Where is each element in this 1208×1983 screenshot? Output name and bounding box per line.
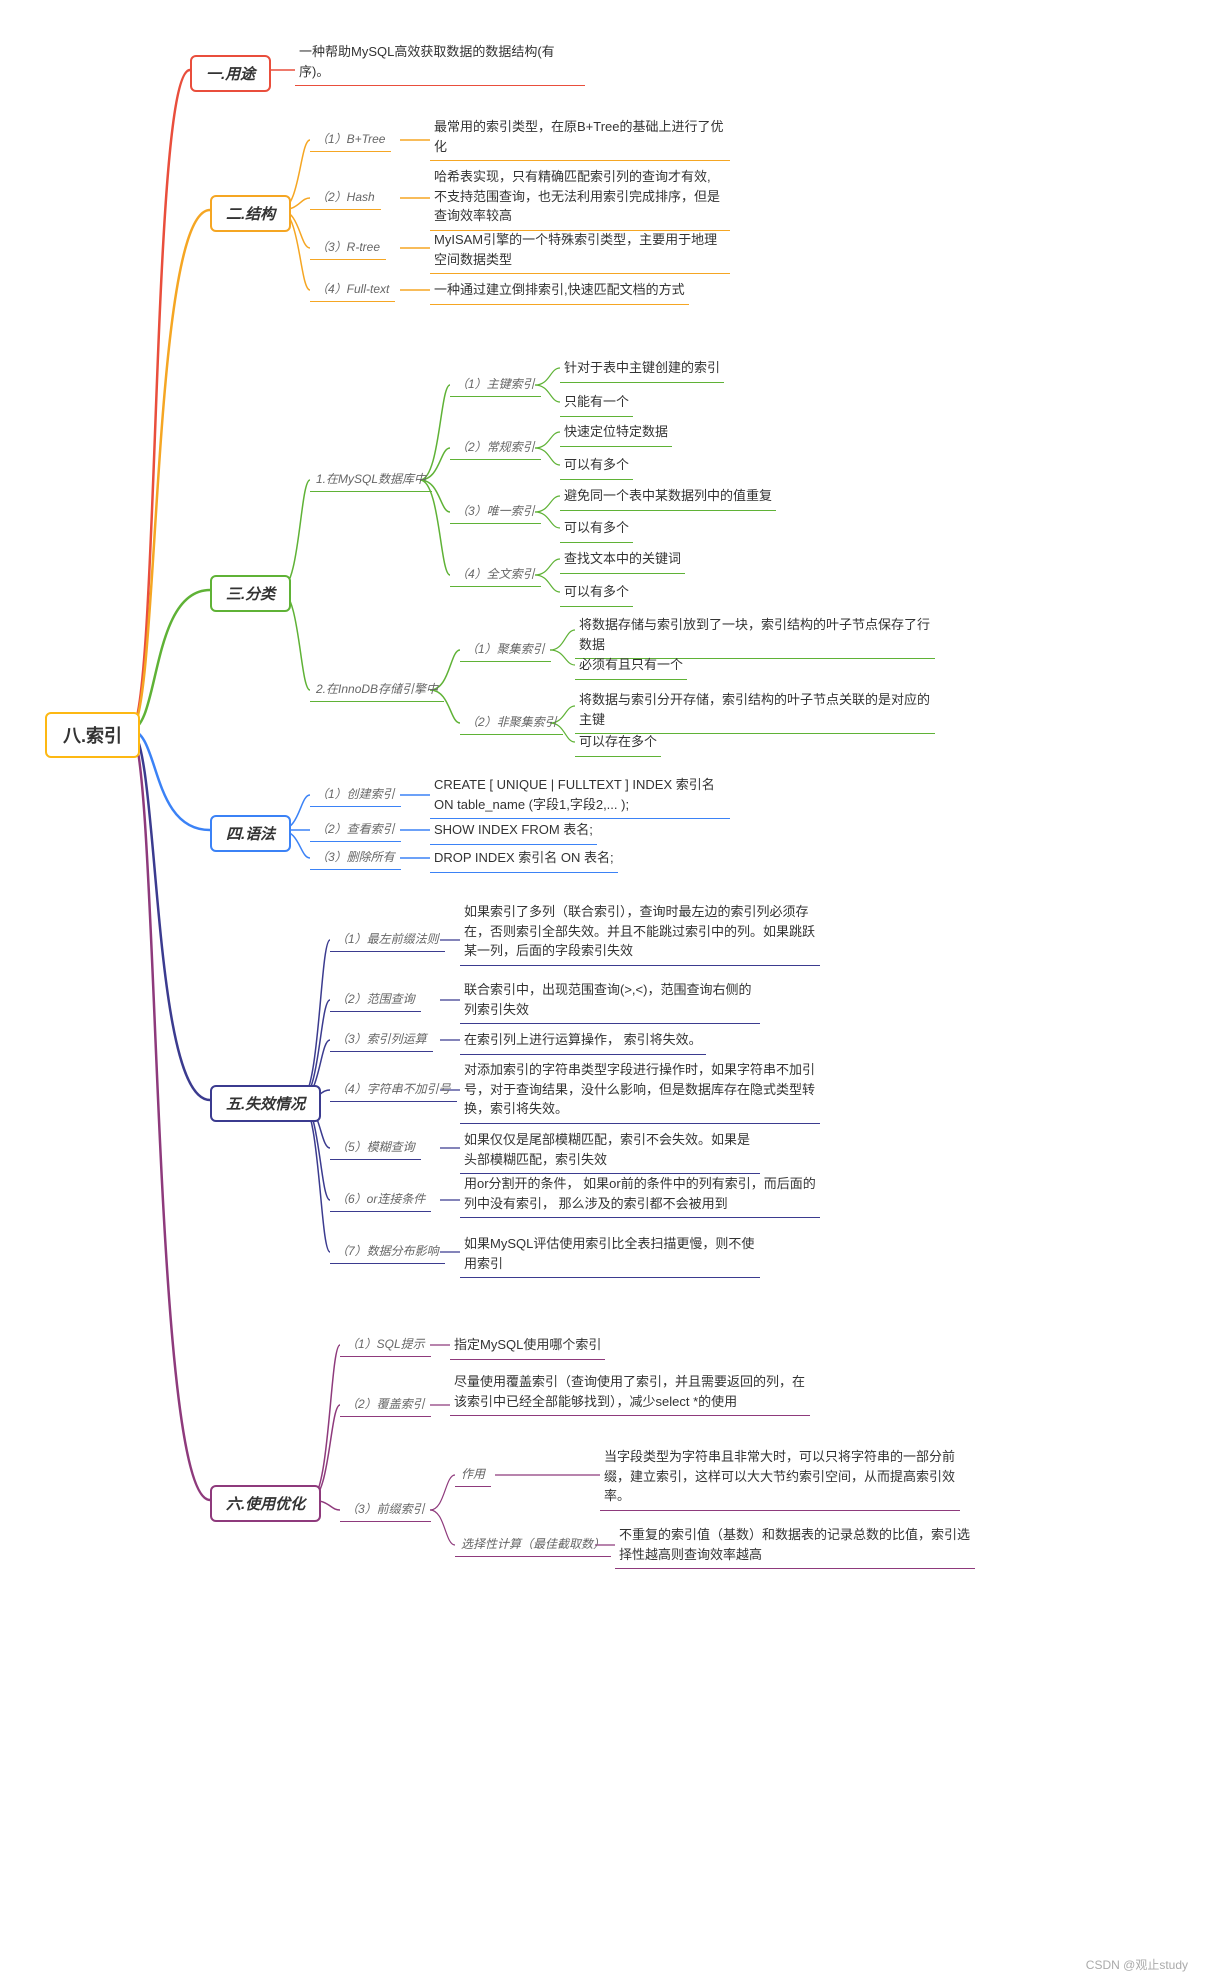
inv-or-val: 用or分割开的条件， 如果or前的条件中的列有索引，而后面的列中没有索引， 那么… xyxy=(460,1172,820,1218)
usage-desc: 一种帮助MySQL高效获取数据的数据结构(有序)。 xyxy=(295,40,585,86)
struct-rtree-key[interactable]: （3）R-tree xyxy=(310,236,386,260)
cat-group-mysql[interactable]: 1.在MySQL数据库中 xyxy=(310,468,432,492)
opt-prefix-select-val: 不重复的索引值（基数）和数据表的记录总数的比值，索引选择性越高则查询效率越高 xyxy=(615,1523,975,1569)
branch-structure[interactable]: 二.结构 xyxy=(210,195,291,232)
syntax-drop-val: DROP INDEX 索引名 ON 表名; xyxy=(430,846,618,873)
branch-label: 三.分类 xyxy=(226,586,275,603)
inv-range-key[interactable]: （2）范围查询 xyxy=(330,988,421,1012)
cat-normal-key[interactable]: （2）常规索引 xyxy=(450,436,541,460)
syntax-show-key[interactable]: （2）查看索引 xyxy=(310,818,401,842)
branch-category[interactable]: 三.分类 xyxy=(210,575,291,612)
cat-pk-v0: 针对于表中主键创建的索引 xyxy=(560,356,724,383)
opt-prefix-role-key[interactable]: 作用 xyxy=(455,1463,491,1487)
syntax-create-key[interactable]: （1）创建索引 xyxy=(310,783,401,807)
cat-fulltext-v1: 可以有多个 xyxy=(560,580,633,607)
opt-sqlhint-key[interactable]: （1）SQL提示 xyxy=(340,1333,431,1357)
inv-leftprefix-val: 如果索引了多列（联合索引），查询时最左边的索引列必须存在，否则索引全部失效。并且… xyxy=(460,900,820,966)
inv-dist-key[interactable]: （7）数据分布影响 xyxy=(330,1240,445,1264)
branch-syntax[interactable]: 四.语法 xyxy=(210,815,291,852)
inv-noquote-key[interactable]: （4）字符串不加引号 xyxy=(330,1078,457,1102)
inv-like-key[interactable]: （5）模糊查询 xyxy=(330,1136,421,1160)
opt-prefix-role-val: 当字段类型为字符串且非常大时，可以只将字符串的一部分前缀，建立索引，这样可以大大… xyxy=(600,1445,960,1511)
cat-cluster-v1: 必须有且只有一个 xyxy=(575,653,687,680)
cat-noncluster-v0: 将数据与索引分开存储，索引结构的叶子节点关联的是对应的主键 xyxy=(575,688,935,734)
watermark: CSDN @观止study xyxy=(1086,1956,1188,1973)
cat-unique-v0: 避免同一个表中某数据列中的值重复 xyxy=(560,484,776,511)
struct-fulltext-key[interactable]: （4）Full-text xyxy=(310,278,395,302)
branch-optimize[interactable]: 六.使用优化 xyxy=(210,1485,321,1522)
struct-btree-key[interactable]: （1）B+Tree xyxy=(310,128,391,152)
struct-hash-key[interactable]: （2）Hash xyxy=(310,186,381,210)
inv-calc-val: 在索引列上进行运算操作， 索引将失效。 xyxy=(460,1028,706,1055)
inv-leftprefix-key[interactable]: （1）最左前缀法则 xyxy=(330,928,445,952)
cat-fulltext-v0: 查找文本中的关键词 xyxy=(560,547,685,574)
cat-normal-v1: 可以有多个 xyxy=(560,453,633,480)
opt-prefix-select-key[interactable]: 选择性计算（最佳截取数） xyxy=(455,1533,611,1557)
inv-dist-val: 如果MySQL评估使用索引比全表扫描更慢，则不使用索引 xyxy=(460,1232,760,1278)
opt-prefix-key[interactable]: （3）前缀索引 xyxy=(340,1498,431,1522)
branch-label: 五.失效情况 xyxy=(226,1096,305,1113)
opt-cover-val: 尽量使用覆盖索引（查询使用了索引，并且需要返回的列，在该索引中已经全部能够找到）… xyxy=(450,1370,810,1416)
cat-cluster-key[interactable]: （1）聚集索引 xyxy=(460,638,551,662)
syntax-show-val: SHOW INDEX FROM 表名; xyxy=(430,818,597,845)
syntax-drop-key[interactable]: （3）删除所有 xyxy=(310,846,401,870)
root-node[interactable]: 八.索引 xyxy=(45,712,140,758)
opt-cover-key[interactable]: （2）覆盖索引 xyxy=(340,1393,431,1417)
inv-noquote-val: 对添加索引的字符串类型字段进行操作时，如果字符串不加引号，对于查询结果，没什么影… xyxy=(460,1058,820,1124)
branch-label: 一.用途 xyxy=(206,66,255,83)
cat-fulltext-key[interactable]: （4）全文索引 xyxy=(450,563,541,587)
root-label: 八.索引 xyxy=(63,726,122,746)
branch-label: 四.语法 xyxy=(226,826,275,843)
branch-label: 二.结构 xyxy=(226,206,275,223)
inv-range-val: 联合索引中，出现范围查询(>,<)，范围查询右侧的列索引失效 xyxy=(460,978,760,1024)
cat-noncluster-key[interactable]: （2）非聚集索引 xyxy=(460,711,563,735)
cat-pk-key[interactable]: （1）主键索引 xyxy=(450,373,541,397)
cat-pk-v1: 只能有一个 xyxy=(560,390,633,417)
cat-normal-v0: 快速定位特定数据 xyxy=(560,420,672,447)
struct-hash-val: 哈希表实现，只有精确匹配索引列的查询才有效, 不支持范围查询，也无法利用索引完成… xyxy=(430,165,730,231)
cat-unique-key[interactable]: （3）唯一索引 xyxy=(450,500,541,524)
branch-invalid[interactable]: 五.失效情况 xyxy=(210,1085,321,1122)
opt-sqlhint-val: 指定MySQL使用哪个索引 xyxy=(450,1333,605,1360)
inv-like-val: 如果仅仅是尾部模糊匹配，索引不会失效。如果是头部模糊匹配，索引失效 xyxy=(460,1128,760,1174)
inv-or-key[interactable]: （6）or连接条件 xyxy=(330,1188,431,1212)
branch-usage[interactable]: 一.用途 xyxy=(190,55,271,92)
struct-fulltext-val: 一种通过建立倒排索引,快速匹配文档的方式 xyxy=(430,278,689,305)
struct-btree-val: 最常用的索引类型，在原B+Tree的基础上进行了优化 xyxy=(430,115,730,161)
struct-rtree-val: MyISAM引擎的一个特殊索引类型，主要用于地理空间数据类型 xyxy=(430,228,730,274)
cat-unique-v1: 可以有多个 xyxy=(560,516,633,543)
branch-label: 六.使用优化 xyxy=(226,1496,305,1513)
cat-noncluster-v1: 可以存在多个 xyxy=(575,730,661,757)
cat-group-innodb[interactable]: 2.在InnoDB存储引擎中 xyxy=(310,678,444,702)
inv-calc-key[interactable]: （3）索引列运算 xyxy=(330,1028,433,1052)
syntax-create-val: CREATE [ UNIQUE | FULLTEXT ] INDEX 索引名 O… xyxy=(430,773,730,819)
